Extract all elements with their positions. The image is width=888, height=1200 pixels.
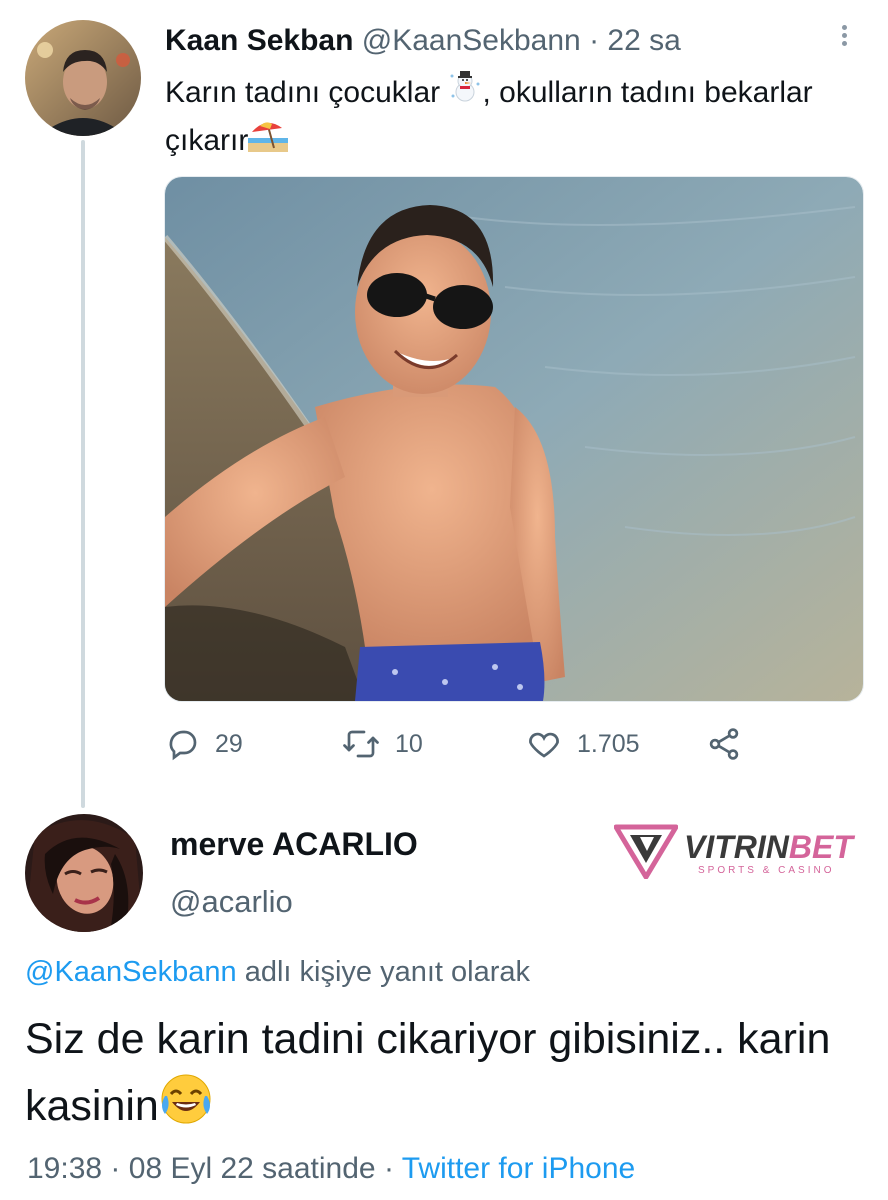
tweet-actions: 29 10 1.705 bbox=[165, 722, 865, 766]
separator-dot: · bbox=[589, 24, 600, 57]
share-action[interactable] bbox=[705, 722, 757, 766]
reply-mention-link[interactable]: @KaanSekbann bbox=[25, 956, 237, 988]
reply-time[interactable]: 19:38 bbox=[27, 1152, 102, 1185]
reply-author-avatar[interactable] bbox=[25, 814, 143, 932]
retweet-count: 10 bbox=[395, 729, 423, 758]
footer-separator: · bbox=[110, 1152, 121, 1185]
reply-context-suffix: adlı kişiye yanıt olarak bbox=[236, 956, 531, 988]
author-avatar[interactable] bbox=[25, 20, 141, 136]
retweet-action[interactable]: 10 bbox=[341, 722, 423, 766]
tweet-text: Karın tadını çocuklar , okulların tadını… bbox=[165, 70, 855, 166]
reply-count: 29 bbox=[215, 729, 243, 758]
like-action[interactable]: 1.705 bbox=[525, 722, 640, 766]
reply-source-link[interactable]: Twitter for iPhone bbox=[402, 1152, 635, 1185]
thread-line bbox=[81, 140, 85, 808]
beach-umbrella-icon bbox=[248, 118, 289, 166]
reply-context: @KaanSekbann adlı kişiye yanıt olarak bbox=[25, 956, 530, 989]
reply-date[interactable]: 08 Eyl 22 saatinde bbox=[129, 1152, 376, 1185]
like-count: 1.705 bbox=[577, 729, 640, 758]
brand-part2: BET bbox=[788, 829, 853, 865]
snowman-icon bbox=[448, 70, 482, 118]
tweet-text-part1: Karın tadını çocuklar bbox=[165, 76, 449, 109]
face-with-tears-of-joy-icon bbox=[159, 1072, 213, 1145]
reply-author-name[interactable]: merve ACARLIO bbox=[170, 826, 418, 863]
share-icon bbox=[709, 728, 739, 760]
footer-separator: · bbox=[383, 1152, 394, 1185]
tweet-timestamp[interactable]: 22 sa bbox=[607, 24, 680, 57]
reply-icon bbox=[169, 730, 197, 761]
retweet-icon bbox=[343, 730, 379, 758]
reply-text-body: Siz de karin tadini cikariyor gibisiniz.… bbox=[25, 1015, 831, 1130]
heart-icon bbox=[529, 732, 559, 758]
vitrinbet-logo: VITRINBET SPORTS & CASINO bbox=[614, 823, 859, 883]
vitrinbet-logo-mark bbox=[614, 824, 678, 879]
author-handle[interactable]: @KaanSekbann bbox=[362, 24, 581, 57]
author-name[interactable]: Kaan Sekban bbox=[165, 24, 353, 57]
vitrinbet-wordmark: VITRINBET bbox=[684, 829, 853, 866]
reply-action[interactable]: 29 bbox=[165, 722, 243, 766]
brand-part1: VITRIN bbox=[684, 829, 789, 865]
reply-footer: 19:38 · 08 Eyl 22 saatinde · Twitter for… bbox=[27, 1152, 635, 1186]
more-options-icon[interactable] bbox=[834, 22, 854, 52]
tweet-header: Kaan Sekban @KaanSekbann · 22 sa bbox=[165, 22, 681, 60]
reply-text: Siz de karin tadini cikariyor gibisiniz.… bbox=[25, 1006, 865, 1145]
brand-tagline: SPORTS & CASINO bbox=[698, 865, 835, 876]
reply-author-handle[interactable]: @acarlio bbox=[170, 884, 293, 920]
tweet-image[interactable] bbox=[164, 176, 864, 702]
